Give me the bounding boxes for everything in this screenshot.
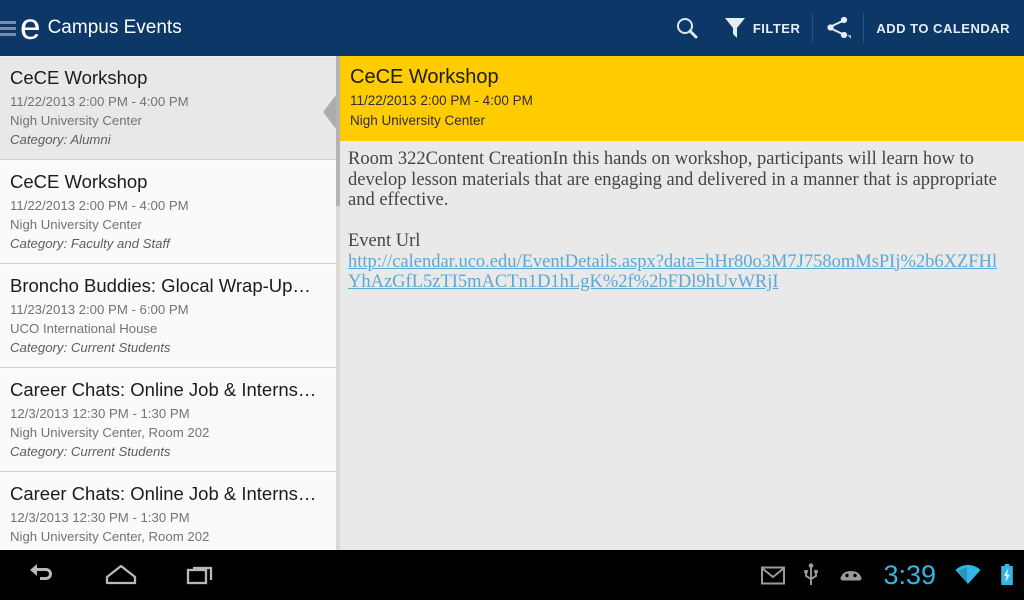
- event-url-label: Event Url: [348, 230, 421, 251]
- list-item-datetime: 11/23/2013 2:00 PM - 6:00 PM: [10, 302, 189, 317]
- filter-button[interactable]: FILTER: [712, 0, 813, 56]
- battery-charging-icon: [1001, 564, 1013, 585]
- gmail-icon: [761, 566, 786, 584]
- navigation-buttons: [22, 558, 220, 592]
- list-item-location: Nigh University Center: [10, 113, 142, 128]
- list-item-location: UCO International House: [10, 321, 158, 336]
- event-detail-body: Room 322Content CreationIn this hands on…: [340, 141, 1024, 293]
- list-item[interactable]: Career Chats: Online Job & Interns… 12/3…: [0, 472, 340, 550]
- list-item-category: Category: Faculty and Staff: [10, 236, 170, 251]
- event-detail-title: CeCE Workshop: [350, 66, 499, 88]
- triangle-shape: [322, 95, 336, 129]
- list-item-title: Career Chats: Online Job & Interns…: [10, 483, 317, 504]
- event-detail-location: Nigh University Center: [350, 113, 486, 128]
- add-to-calendar-button[interactable]: ADD TO CALENDAR: [864, 0, 1024, 56]
- list-item[interactable]: CeCE Workshop 11/22/2013 2:00 PM - 4:00 …: [0, 56, 340, 160]
- list-item-category: Category: Current Students: [10, 340, 171, 355]
- list-item-datetime: 11/22/2013 2:00 PM - 4:00 PM: [10, 94, 189, 109]
- add-to-calendar-label: ADD TO CALENDAR: [876, 20, 1010, 36]
- app-logo-icon: e: [20, 6, 41, 47]
- android-system-bar: 3:39: [0, 550, 1024, 600]
- event-description: Room 322Content CreationIn this hands on…: [348, 149, 997, 210]
- home-icon: [105, 564, 137, 585]
- share-button[interactable]: [813, 0, 863, 56]
- search-button[interactable]: [662, 0, 712, 56]
- main-content: CeCE Workshop 11/22/2013 2:00 PM - 4:00 …: [0, 56, 1024, 550]
- hamburger-line: [0, 26, 16, 30]
- recent-apps-icon: [186, 566, 213, 585]
- list-item[interactable]: CeCE Workshop 11/22/2013 2:00 PM - 4:00 …: [0, 160, 340, 264]
- home-button[interactable]: [102, 558, 140, 592]
- wifi-icon: [955, 564, 981, 584]
- list-item-datetime: 11/22/2013 2:00 PM - 4:00 PM: [10, 198, 189, 213]
- list-item-title: Broncho Buddies: Glocal Wrap-Up…: [10, 275, 311, 296]
- recent-apps-button[interactable]: [182, 558, 220, 592]
- list-item-category: Category: Alumni: [10, 132, 111, 147]
- list-item-title: CeCE Workshop: [10, 67, 148, 88]
- status-tray: 3:39: [761, 560, 1024, 591]
- list-item-location: Nigh University Center: [10, 217, 142, 232]
- app-root: e Campus Events FILTER ADD TO CALENDAR C…: [0, 0, 1024, 600]
- hamburger-line: [0, 20, 16, 24]
- list-item-location: Nigh University Center, Room 202: [10, 529, 210, 544]
- event-detail: CeCE Workshop 11/22/2013 2:00 PM - 4:00 …: [340, 56, 1024, 550]
- event-url-link[interactable]: http://calendar.uco.edu/EventDetails.asp…: [348, 252, 1010, 293]
- list-item-datetime: 12/3/2013 12:30 PM - 1:30 PM: [10, 406, 190, 421]
- status-clock: 3:39: [883, 559, 936, 590]
- back-button[interactable]: [22, 558, 60, 592]
- back-arrow-icon: [30, 564, 52, 580]
- list-item[interactable]: Career Chats: Online Job & Interns… 12/3…: [0, 368, 340, 472]
- usb-icon: [804, 563, 819, 585]
- event-detail-header: CeCE Workshop 11/22/2013 2:00 PM - 4:00 …: [340, 56, 1024, 141]
- app-bar-actions: FILTER ADD TO CALENDAR: [662, 0, 1024, 56]
- list-item[interactable]: Broncho Buddies: Glocal Wrap-Up… 11/23/2…: [0, 264, 340, 368]
- list-item-title: Career Chats: Online Job & Interns…: [10, 379, 317, 400]
- event-detail-datetime: 11/22/2013 2:00 PM - 4:00 PM: [350, 93, 533, 108]
- filter-icon: [724, 18, 745, 38]
- list-item-location: Nigh University Center, Room 202: [10, 425, 210, 440]
- filter-label: FILTER: [752, 20, 801, 36]
- list-item-category: Category: Current Students: [10, 444, 171, 459]
- hamburger-icon[interactable]: [0, 17, 18, 39]
- android-debug-icon: [840, 571, 862, 581]
- collapse-left-triangle-icon[interactable]: [318, 92, 340, 132]
- hamburger-line: [0, 32, 16, 36]
- page-title: Campus Events: [47, 17, 182, 38]
- event-list[interactable]: CeCE Workshop 11/22/2013 2:00 PM - 4:00 …: [0, 56, 340, 550]
- search-icon: [676, 18, 698, 39]
- share-icon: [827, 16, 852, 39]
- app-bar: e Campus Events FILTER ADD TO CALENDAR: [0, 0, 1024, 56]
- list-item-datetime: 12/3/2013 12:30 PM - 1:30 PM: [10, 510, 190, 525]
- list-item-title: CeCE Workshop: [10, 171, 148, 192]
